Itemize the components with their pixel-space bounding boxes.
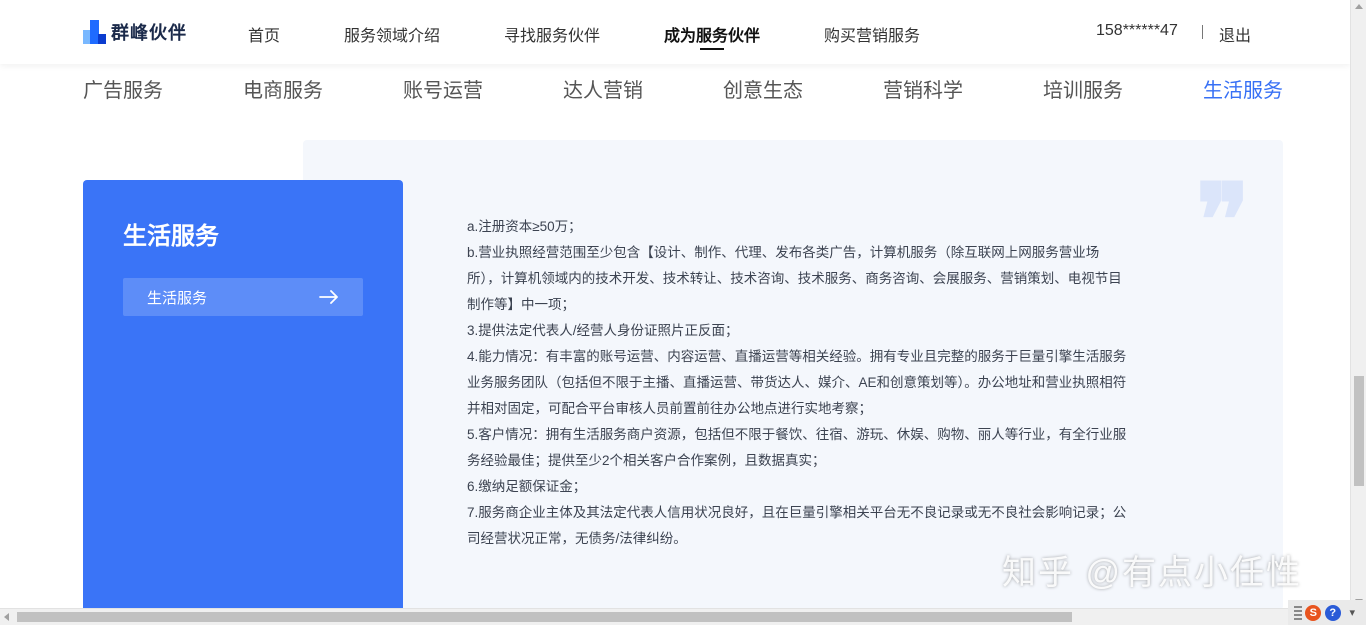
category-tab-creative[interactable]: 创意生态 (723, 74, 803, 103)
category-tab-marketing-science[interactable]: 营销科学 (883, 74, 963, 103)
logo-text: 群峰伙伴 (111, 23, 187, 43)
top-navigation: 群峰伙伴 首页 服务领域介绍 寻找服务伙伴 成为服务伙伴 购买营销服务 158*… (0, 0, 1350, 64)
nav-item-service-areas[interactable]: 服务领域介绍 (344, 22, 440, 46)
requirement-line: 3.提供法定代表人/经营人身份证照片正反面； (467, 323, 739, 338)
active-nav-indicator (700, 48, 724, 50)
system-tray: S ? ▾ (1288, 600, 1366, 625)
requirement-line: 7.服务商企业主体及其法定代表人信用状况良好，且在巨量引擎相关平台无不良记录或无… (467, 505, 1127, 520)
logout-link[interactable]: 退出 (1219, 22, 1251, 46)
nav-item-buy-marketing[interactable]: 购买营销服务 (824, 22, 920, 46)
user-phone[interactable]: 158******47 (1096, 22, 1178, 40)
requirement-line: 6.缴纳足额保证金； (467, 479, 587, 494)
nav-item-find-partner[interactable]: 寻找服务伙伴 (504, 22, 600, 46)
card-button-label: 生活服务 (147, 289, 208, 307)
input-method-icon[interactable]: S (1305, 604, 1322, 621)
requirement-line: 并相对固定，可配合平台审核人员前置前往办公地点进行实地考察； (467, 401, 872, 416)
requirement-line: 业务服务团队（包括但不限于主播、直播运营、带货达人、媒介、AE和创意策划等）。办… (467, 375, 1127, 390)
scroll-up-icon[interactable] (1355, 4, 1363, 9)
scroll-left-icon[interactable] (4, 613, 9, 621)
chevron-down-icon[interactable]: ▾ (1344, 605, 1360, 621)
logo-icon (83, 20, 107, 44)
page: 群峰伙伴 首页 服务领域介绍 寻找服务伙伴 成为服务伙伴 购买营销服务 158*… (0, 0, 1366, 625)
watermark: 知乎 @有点小任性 (1002, 554, 1302, 592)
card-service-button[interactable]: 生活服务 (123, 278, 363, 316)
category-tab-local-life[interactable]: 生活服务 (1203, 74, 1283, 103)
requirement-line: 所），计算机领域内的技术开发、技术转让、技术咨询、技术服务、商务咨询、会展服务、… (467, 271, 1122, 286)
nav-item-home[interactable]: 首页 (248, 22, 280, 46)
logo[interactable]: 群峰伙伴 (83, 18, 187, 46)
vertical-scrollbar[interactable] (1350, 0, 1366, 608)
requirement-line: 4.能力情况：有丰富的账号运营、内容运营、直播运营等相关经验。拥有专业且完整的服… (467, 349, 1127, 364)
arrow-right-icon (319, 290, 338, 304)
category-tab-ads[interactable]: 广告服务 (83, 74, 163, 103)
header-divider (1202, 25, 1203, 39)
category-tab-account-ops[interactable]: 账号运营 (403, 74, 483, 103)
grip-icon (1293, 605, 1302, 620)
horizontal-scrollbar[interactable] (0, 608, 1288, 625)
requirement-line: b.营业执照经营范围至少包含【设计、制作、代理、发布各类广告，计算机服务（除互联… (467, 245, 1100, 260)
service-card: 生活服务 生活服务 (83, 180, 403, 610)
card-title: 生活服务 (123, 223, 219, 250)
requirements-list: a.注册资本≥50万； b.营业执照经营范围至少包含【设计、制作、代理、发布各类… (467, 214, 1157, 552)
help-icon[interactable]: ? (1324, 604, 1341, 621)
nav-item-become-partner[interactable]: 成为服务伙伴 (664, 22, 760, 46)
vertical-scroll-thumb[interactable] (1354, 376, 1364, 486)
horizontal-scroll-thumb[interactable] (17, 612, 1072, 622)
requirement-line: a.注册资本≥50万； (467, 219, 582, 234)
requirement-line: 5.客户情况：拥有生活服务商户资源，包括但不限于餐饮、往宿、游玩、休娱、购物、丽… (467, 427, 1127, 442)
category-tab-training[interactable]: 培训服务 (1043, 74, 1123, 103)
requirement-line: 务经验最佳；提供至少2个相关客户合作案例，且数据真实； (467, 453, 826, 468)
requirement-line: 制作等】中一项； (467, 297, 575, 312)
category-tab-influencer[interactable]: 达人营销 (563, 74, 643, 103)
quote-icon: ❞ (1196, 161, 1250, 279)
category-tab-ecommerce[interactable]: 电商服务 (243, 74, 323, 103)
